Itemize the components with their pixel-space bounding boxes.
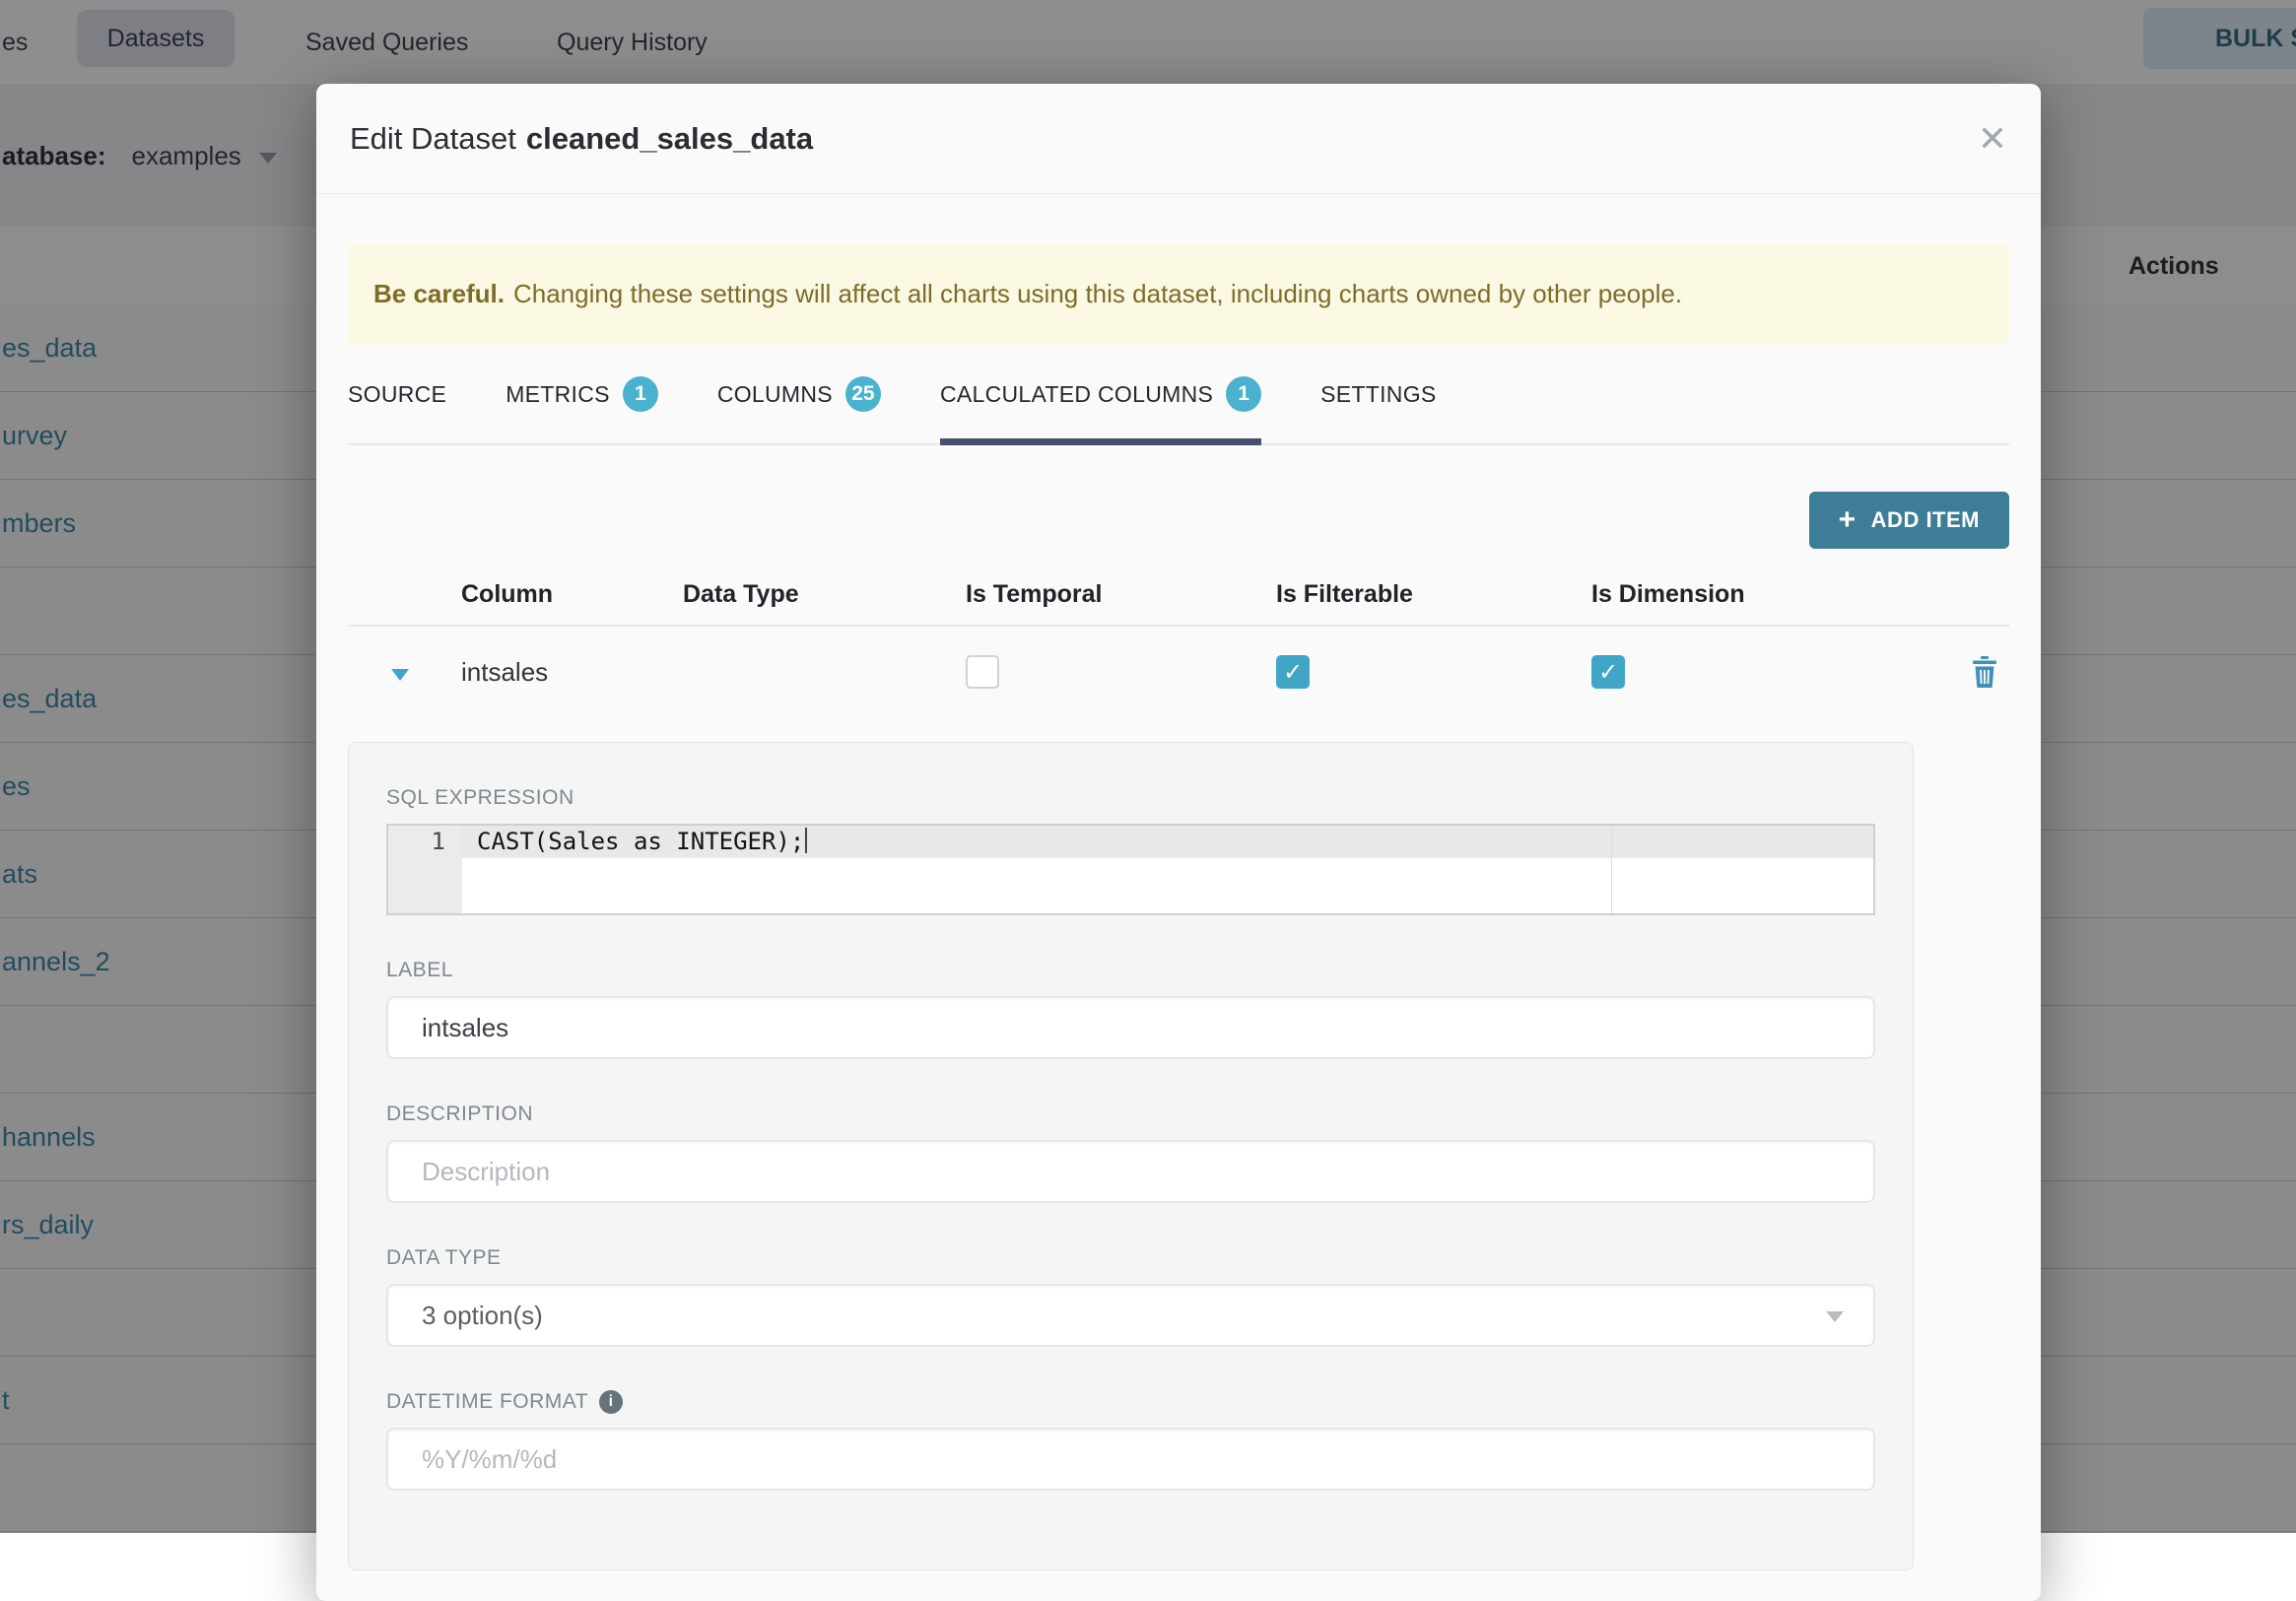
tab-badge: 1 — [622, 376, 658, 412]
edit-dataset-modal: Edit Dataset cleaned_sales_data ✕ Be care… — [316, 84, 2041, 1601]
print-margin-line — [1611, 826, 1612, 913]
dataset-name: cleaned_sales_data — [525, 120, 814, 156]
tab-metrics[interactable]: METRICS 1 — [506, 345, 658, 443]
modal-title: Edit Dataset cleaned_sales_data — [350, 121, 813, 157]
is-dimension-checkbox[interactable]: ✓ — [1591, 655, 1625, 689]
tab-columns[interactable]: COLUMNS 25 — [717, 345, 881, 443]
description-field-label: DESCRIPTION — [386, 1102, 534, 1125]
warning-banner-text: Changing these settings will affect all … — [512, 279, 1683, 308]
collapse-caret-icon[interactable] — [391, 668, 409, 681]
tab-badge: 25 — [844, 376, 881, 412]
tab-settings[interactable]: SETTINGS — [1320, 345, 1436, 443]
description-section: DESCRIPTION — [386, 1102, 1875, 1203]
editor-gutter: 1 — [388, 826, 462, 913]
description-input[interactable] — [386, 1140, 1875, 1203]
header-is-temporal: Is Temporal — [966, 579, 1103, 608]
is-temporal-checkbox[interactable] — [966, 655, 999, 689]
modal-tabs: SOURCE METRICS 1 COLUMNS 25 CALCULATED C… — [348, 345, 2009, 445]
label-field-label: LABEL — [386, 959, 453, 981]
sql-code: CAST(Sales as INTEGER); — [477, 828, 808, 855]
close-icon[interactable]: ✕ — [1978, 120, 2007, 157]
calculated-column-detail-panel: SQL EXPRESSION 1 CAST(Sales as INTEGER);… — [348, 742, 1914, 1570]
header-data-type: Data Type — [683, 579, 799, 608]
add-item-label: ADD ITEM — [1870, 507, 1980, 532]
line-number: 1 — [431, 828, 445, 855]
header-column: Column — [461, 579, 554, 608]
sql-expression-section: SQL EXPRESSION 1 CAST(Sales as INTEGER); — [386, 786, 1875, 915]
calculated-columns-header: Column Data Type Is Temporal Is Filterab… — [348, 564, 2009, 627]
plus-icon: + — [1838, 503, 1857, 536]
calculated-column-row: intsales ✓ ✓ — [348, 627, 2009, 717]
add-item-row: + ADD ITEM — [348, 492, 2009, 549]
header-is-filterable: Is Filterable — [1276, 579, 1413, 608]
tab-source[interactable]: SOURCE — [348, 345, 446, 443]
header-is-dimension: Is Dimension — [1591, 579, 1745, 608]
tab-calculated-columns[interactable]: CALCULATED COLUMNS 1 — [939, 345, 1262, 445]
data-type-field-label: DATA TYPE — [386, 1246, 502, 1269]
text-cursor — [805, 828, 808, 853]
sql-editor[interactable]: 1 CAST(Sales as INTEGER); — [386, 824, 1875, 915]
tab-badge: 1 — [1226, 376, 1262, 412]
label-input[interactable] — [386, 996, 1875, 1059]
modal-title-prefix: Edit Dataset — [350, 120, 516, 156]
datetime-format-section: DATETIME FORMAT i — [386, 1390, 1875, 1491]
is-filterable-checkbox[interactable]: ✓ — [1276, 655, 1310, 689]
modal-header: Edit Dataset cleaned_sales_data ✕ — [316, 84, 2041, 194]
warning-banner: Be careful. Changing these settings will… — [348, 243, 2009, 345]
data-type-select[interactable]: 3 option(s) — [386, 1284, 1875, 1347]
label-section: LABEL — [386, 959, 1875, 1059]
info-icon[interactable]: i — [599, 1390, 624, 1414]
column-name: intsales — [461, 656, 549, 687]
chevron-down-icon — [1826, 1310, 1844, 1322]
datetime-format-field-label: DATETIME FORMAT i — [386, 1390, 1875, 1414]
warning-banner-bold: Be careful. — [373, 279, 505, 308]
trash-icon[interactable] — [1960, 656, 2009, 688]
data-type-section: DATA TYPE 3 option(s) — [386, 1246, 1875, 1347]
data-type-value: 3 option(s) — [422, 1300, 543, 1330]
modal-body: Be careful. Changing these settings will… — [316, 243, 2041, 1570]
datetime-format-input[interactable] — [386, 1428, 1875, 1491]
sql-expression-label: SQL EXPRESSION — [386, 786, 574, 809]
add-item-button[interactable]: + ADD ITEM — [1808, 492, 2009, 549]
